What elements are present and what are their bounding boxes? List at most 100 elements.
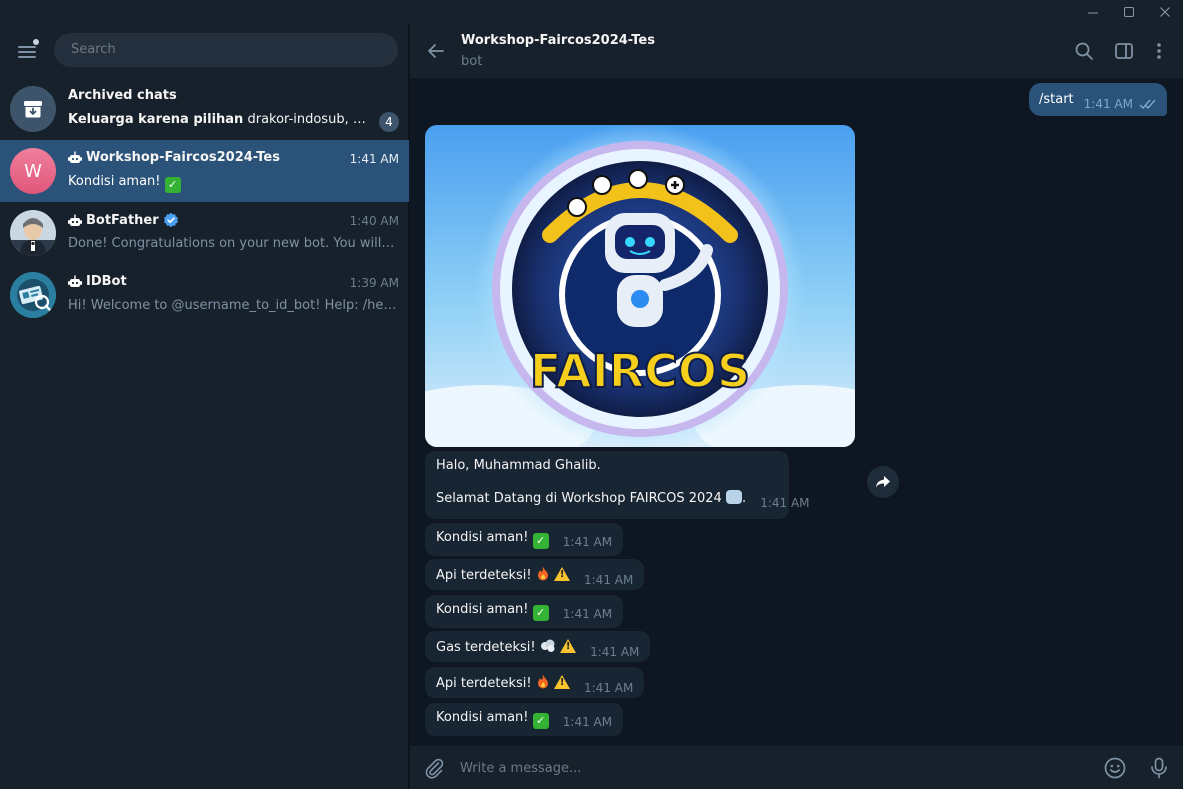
attach-button[interactable] [422,756,446,780]
archived-preview-rest: drakor-indosub, Tik To... [247,112,368,127]
back-button[interactable] [424,39,448,63]
chat-panel: Workshop-Faircos2024-Tes bot /start 1:41 [410,24,1183,789]
archived-preview: Keluarga karena pilihan drakor-indosub, … [68,112,368,127]
check-mark-icon: ✓ [164,176,181,193]
chat-title[interactable]: Workshop-Faircos2024-Tes [461,33,655,48]
message-text-line1: Halo, Muhammad Ghalib. [436,458,601,473]
bot-icon [68,214,82,226]
bot-icon [68,275,82,287]
window-titlebar [0,0,1183,24]
incoming-message-welcome[interactable]: Halo, Muhammad Ghalib. Selamat Datang di… [425,451,810,519]
message-text: Api terdeteksi! [436,676,532,691]
minimize-button[interactable] [1075,0,1111,24]
check-mark-icon: ✓ [532,604,549,621]
sidebar-toggle-button[interactable] [1112,39,1136,63]
chat-name-text: IDBot [86,274,127,289]
faircos-logo-text: FAIRCOS [530,344,750,398]
chat-preview: Kondisi aman! ✓ [68,174,398,193]
message-time: 1:41 AM [562,535,613,549]
chat-preview-text: Kondisi aman! [68,174,161,189]
chat-time: 1:39 AM [349,276,399,290]
maximize-icon [1124,7,1134,17]
outgoing-message[interactable]: /start 1:41 AM [1029,83,1167,116]
faircos-logo-illustration: FAIRCOS [425,125,855,447]
message-text-line2-row: Selamat Datang di Workshop FAIRCOS 2024 … [436,490,810,510]
arrow-left-icon [428,44,444,58]
chat-preview: Hi! Welcome to @username_to_id_bot! Help… [68,298,398,313]
avatar [10,210,56,256]
chat-list-sidebar: Archived chats Keluarga karena pilihan d… [0,24,409,789]
message-time: 1:41 AM [590,645,640,659]
main-menu-button[interactable] [12,37,44,65]
hamburger-menu-icon [18,46,36,58]
emoji-button[interactable] [1103,756,1127,780]
close-icon [1160,7,1170,17]
chat-header: Workshop-Faircos2024-Tes bot [410,24,1183,78]
archived-chats-row[interactable]: Archived chats Keluarga karena pilihan d… [0,78,409,140]
chat-name-text: BotFather [86,212,159,228]
chat-name: IDBot [68,274,127,289]
archived-title: Archived chats [68,88,177,103]
message-time: 1:41 AM [562,715,613,729]
message-text: Kondisi aman! [436,530,529,545]
incoming-message[interactable]: Api terdeteksi! 1:41 AM [425,559,645,590]
notification-dot [33,39,39,45]
archived-preview-bold: Keluarga karena pilihan [68,112,244,127]
chat-name-text: Workshop-Faircos2024-Tes [86,150,280,165]
chat-name: BotFather [68,212,179,228]
more-options-button[interactable] [1147,39,1171,63]
chat-name: Workshop-Faircos2024-Tes [68,150,280,165]
maximize-button[interactable] [1111,0,1147,24]
message-text: Gas terdeteksi! [436,640,536,655]
forward-button[interactable] [867,466,899,498]
incoming-message[interactable]: Gas terdeteksi! 1:41 AM [425,631,651,662]
incoming-message[interactable]: Kondisi aman! ✓ 1:41 AM [425,523,624,556]
search-input[interactable] [54,33,398,67]
verified-badge-icon [163,212,178,228]
warning-icon [553,675,570,689]
idbot-avatar-icon [10,272,56,318]
chat-subtitle: bot [461,54,483,69]
faircos-logo-image[interactable]: FAIRCOS [425,125,855,447]
fire-icon [537,566,548,581]
archive-icon [24,101,42,118]
chat-row-botfather[interactable]: BotFather 1:40 AM Done! Congratulations … [0,202,409,264]
message-text: Kondisi aman! [436,602,529,617]
unread-badge: 4 [379,112,399,132]
microphone-icon [1151,757,1167,779]
message-text-line2: Selamat Datang di Workshop FAIRCOS 2024 [436,491,722,506]
search-icon [1075,42,1093,60]
more-vertical-icon [1157,43,1161,59]
smiley-icon [1104,757,1126,779]
message-meta: 1:41 AM [1084,97,1157,111]
message-input[interactable] [460,754,1090,782]
message-list: /start 1:41 AM FAIRCOS Halo, Muhammad Gh… [410,78,1183,746]
incoming-message[interactable]: Kondisi aman! ✓ 1:41 AM [425,703,624,736]
message-time: 1:41 AM [562,607,613,621]
forward-arrow-icon [876,476,890,488]
check-mark-icon: ✓ [532,532,549,549]
chat-time: 1:41 AM [349,152,399,166]
chat-preview: Done! Congratulations on your new bot. Y… [68,236,398,251]
warning-icon [553,567,570,581]
message-time: 1:41 AM [760,496,810,510]
warning-icon [559,639,576,653]
check-mark-icon: ✓ [532,712,549,729]
bot-icon [68,151,82,163]
message-time: 1:41 AM [584,573,634,587]
chat-row-idbot[interactable]: IDBot 1:39 AM Hi! Welcome to @username_t… [0,264,409,326]
minimize-icon [1088,12,1098,14]
paperclip-icon [425,758,444,779]
message-time: 1:41 AM [584,681,634,695]
fire-icon [537,674,548,689]
chat-row-workshop-faircos[interactable]: W Workshop-Faircos2024-Tes 1:41 AM Kondi… [0,140,409,202]
botfather-avatar-icon [10,210,56,256]
incoming-message[interactable]: Api terdeteksi! 1:41 AM [425,667,645,698]
robot-emoji-icon [725,490,742,504]
gas-cloud-icon [540,639,555,652]
voice-message-button[interactable] [1147,756,1171,780]
incoming-message[interactable]: Kondisi aman! ✓ 1:41 AM [425,595,624,628]
chat-time: 1:40 AM [349,214,399,228]
search-button[interactable] [1072,39,1096,63]
close-window-button[interactable] [1147,0,1183,24]
